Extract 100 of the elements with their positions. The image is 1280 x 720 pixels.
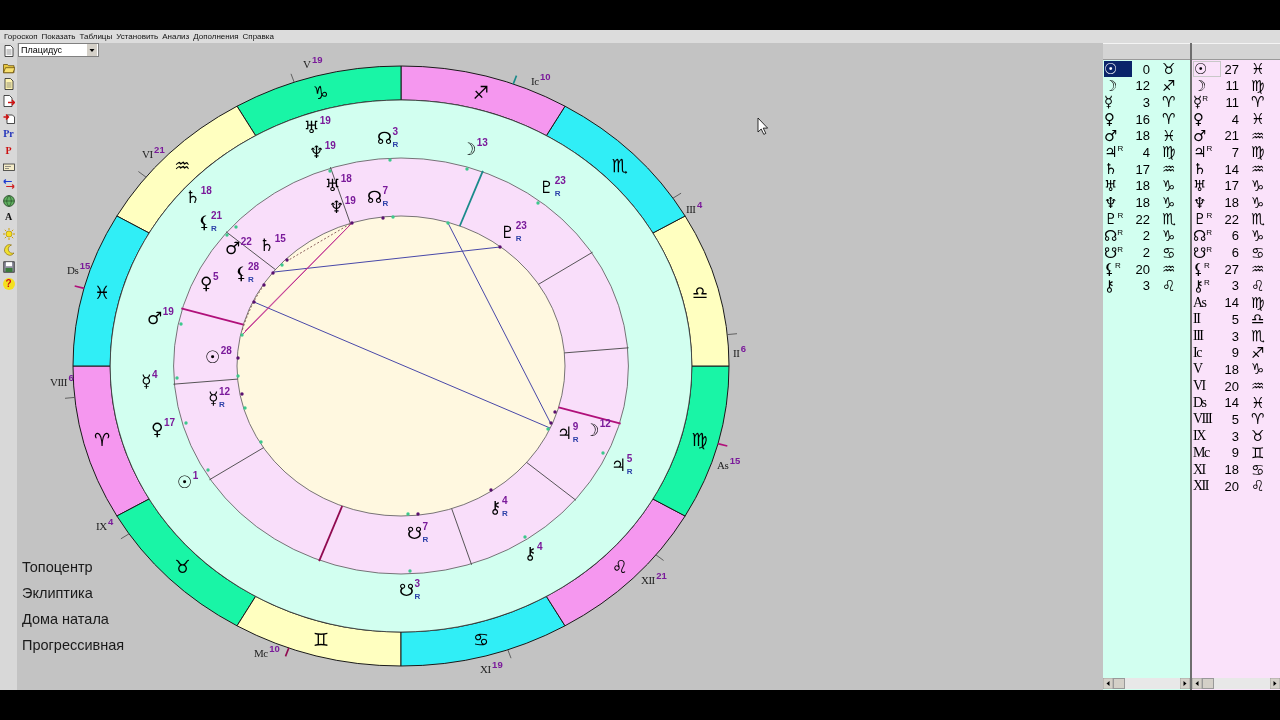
- zodiac-glyph: ♉: [174, 555, 191, 577]
- house-cell[interactable]: As: [1193, 294, 1221, 311]
- scrollbar-thumb[interactable]: [1113, 678, 1125, 689]
- planet-cell[interactable]: ♆: [1193, 194, 1221, 211]
- house-cell[interactable]: VI: [1193, 378, 1221, 395]
- planet-label: ☿$^{4}$: [141, 369, 158, 391]
- toolbar-button[interactable]: A: [4, 211, 13, 224]
- degree-cell-text: 20: [1223, 378, 1239, 394]
- planet-cell[interactable]: ♆: [1104, 194, 1132, 211]
- house-cell[interactable]: XI: [1193, 461, 1221, 478]
- right-arrow-icon[interactable]: [1180, 678, 1190, 689]
- planet-cell[interactable]: ♀: [1193, 111, 1221, 128]
- house-cusp-label: XII$^{21}$: [641, 570, 667, 586]
- house-cell[interactable]: III: [1193, 328, 1221, 344]
- house-cusp-label: XI$^{19}$: [480, 659, 503, 675]
- chart-option-label: Эклиптика: [22, 584, 94, 603]
- menu-item[interactable]: Гороскоп: [4, 30, 38, 43]
- sign-cell-text: ♉: [1161, 60, 1177, 78]
- sign-cell-text: ♍: [1250, 143, 1266, 162]
- planet-label: ♀$^{17}$: [151, 417, 176, 439]
- planet-cell[interactable]: ♄: [1193, 161, 1221, 178]
- planet-cell[interactable]: ☽: [1104, 77, 1132, 94]
- toolbar-button[interactable]: P: [5, 144, 12, 157]
- folder-icon[interactable]: [2, 61, 15, 74]
- planet-cell[interactable]: ☉: [1104, 61, 1132, 77]
- planet-label: ♂$^{22}$: [225, 236, 252, 258]
- sign-cell-text: ♑: [1250, 360, 1266, 379]
- house-cell[interactable]: V: [1193, 361, 1221, 378]
- horizontal-scrollbar[interactable]: [1192, 678, 1280, 689]
- house-cell[interactable]: Ic: [1193, 344, 1221, 361]
- menu-item[interactable]: Таблицы: [79, 30, 113, 43]
- menu-item[interactable]: Показать: [41, 30, 76, 43]
- planet-cell[interactable]: ♄: [1104, 161, 1132, 178]
- planet-cell[interactable]: ♂: [1104, 127, 1132, 144]
- degree-cell-text: 3: [1230, 278, 1239, 294]
- document-arrow-icon[interactable]: [2, 95, 15, 108]
- sign-cell-text: ♑: [1250, 193, 1266, 212]
- left-arrow-icon[interactable]: [1192, 678, 1202, 689]
- planet-cell[interactable]: ♂: [1193, 127, 1221, 144]
- house-cell[interactable]: Ds: [1193, 394, 1221, 411]
- house-cell[interactable]: IX: [1193, 428, 1221, 445]
- sign-cell-text: ♋: [1250, 243, 1266, 262]
- house-cusp-label: VI$^{21}$: [142, 144, 165, 160]
- planet-cell[interactable]: ♀: [1104, 111, 1132, 128]
- zodiac-glyph: ♐: [473, 82, 490, 104]
- house-system-select[interactable]: Плацидус: [18, 43, 99, 57]
- planet-cell[interactable]: ♅: [1193, 177, 1221, 194]
- degree-cell-text: 11: [1224, 78, 1239, 94]
- house-cusp-label: Ds$^{15}$: [67, 260, 91, 276]
- right-arrow-icon[interactable]: [1270, 678, 1280, 689]
- planet-cell[interactable]: ♅: [1104, 177, 1132, 194]
- globe-icon[interactable]: [2, 194, 15, 207]
- planet-cell[interactable]: ☽: [1193, 77, 1221, 94]
- arrows-icon[interactable]: [2, 178, 15, 191]
- sign-cell-text: ♈: [1161, 110, 1177, 129]
- degree-cell-text: 27: [1223, 61, 1239, 77]
- sign-cell-text: ♒: [1161, 160, 1177, 179]
- scrollbar-thumb[interactable]: [1202, 678, 1214, 689]
- menu-item[interactable]: Анализ: [162, 30, 190, 43]
- planet-label: ☽$^{13}$: [461, 137, 488, 159]
- planet-label: ☉$^{1}$: [177, 470, 199, 492]
- degree-cell-text: 20: [1223, 478, 1239, 494]
- menu-item[interactable]: Справка: [242, 30, 274, 43]
- sign-cell-text: ♓: [1250, 393, 1266, 412]
- menu-item[interactable]: Установить: [116, 30, 159, 43]
- sign-cell-text: ♏: [1161, 210, 1177, 229]
- degree-cell-text: 7: [1230, 144, 1239, 160]
- degree-cell-text: 18: [1223, 462, 1239, 477]
- document-icon[interactable]: [2, 78, 15, 91]
- house-cell[interactable]: VIII: [1193, 411, 1221, 428]
- degree-cell-text: 16: [1134, 111, 1150, 127]
- house-cell[interactable]: Mc: [1193, 444, 1221, 461]
- menu-item[interactable]: Дополнения: [193, 30, 239, 43]
- chart-option-label: Прогрессивная: [22, 636, 125, 655]
- planet-label: ♅$^{18}$: [325, 173, 352, 195]
- degree-cell-text: 0: [1141, 61, 1150, 77]
- degree-cell-text: 5: [1230, 411, 1239, 427]
- planet-cell[interactable]: ⚷: [1104, 277, 1132, 294]
- planet-cell[interactable]: ☉: [1193, 61, 1221, 77]
- planet-label: ♅$^{19}$: [304, 115, 331, 137]
- toolbar-button[interactable]: Pr: [3, 128, 14, 141]
- degree-cell-text: 3: [1141, 278, 1150, 294]
- left-arrow-icon[interactable]: [1103, 678, 1113, 689]
- sign-cell-text: ♒: [1250, 260, 1266, 279]
- house-cusp-label: Mc$^{10}$: [254, 643, 280, 659]
- house-cell[interactable]: II: [1193, 311, 1221, 328]
- help-button[interactable]: ?: [2, 277, 15, 290]
- house-cell[interactable]: XII: [1193, 478, 1221, 495]
- planet-label: ♄$^{18}$: [185, 185, 212, 207]
- degree-cell-text: 18: [1134, 195, 1150, 210]
- degree-cell-text: 14: [1223, 395, 1239, 411]
- document-icon[interactable]: [2, 45, 15, 58]
- document-arrow-icon[interactable]: [2, 111, 15, 124]
- house-cusp-label: As$^{15}$: [717, 455, 741, 471]
- chart-option-label: Топоцентр: [22, 558, 94, 577]
- card-icon[interactable]: [2, 161, 15, 174]
- degree-cell-text: 21: [1223, 128, 1239, 144]
- planet-cell[interactable]: ☿: [1104, 94, 1132, 111]
- planet-label: ♄$^{15}$: [259, 233, 286, 255]
- horizontal-scrollbar[interactable]: [1103, 678, 1190, 689]
